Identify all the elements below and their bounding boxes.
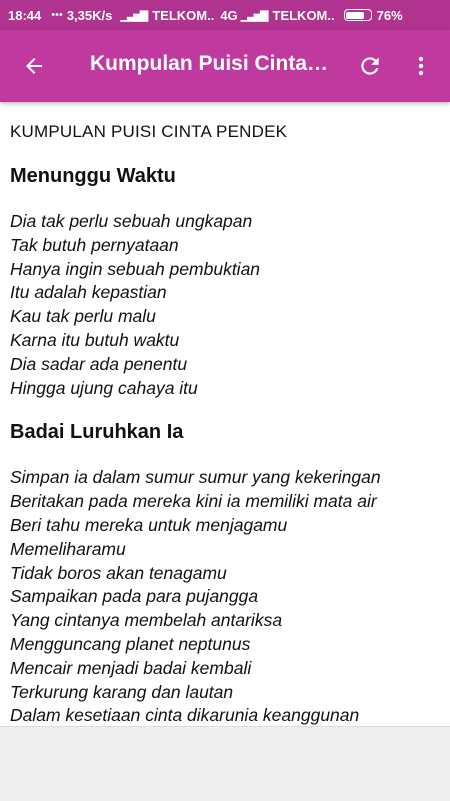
status-sim1-carrier: TELKOM.. <box>152 7 215 23</box>
poem-lines: Dia tak perlu sebuah ungkapan Tak butuh … <box>10 210 440 400</box>
poem-lines: Simpan ia dalam sumur sumur yang kekerin… <box>10 466 440 726</box>
arrow-back-icon <box>26 58 42 74</box>
refresh-button[interactable] <box>354 50 386 82</box>
signal-icon: ▁▃▅▇ <box>240 9 269 22</box>
poem-line: Terkurung karang dan lautan <box>10 681 234 702</box>
poem-line: Memeliharamu <box>10 538 126 559</box>
poem-line: Tak butuh pernyataan <box>10 234 179 255</box>
more-options-button[interactable] <box>407 50 435 82</box>
bottom-panel <box>0 726 450 801</box>
poem-title: Badai Luruhkan Ia <box>10 421 184 444</box>
more-vert-icon <box>418 56 424 76</box>
poem-line: Beri tahu mereka untuk menjagamu <box>10 514 288 535</box>
app-bar: Kumpulan Puisi Cinta Pendek <box>0 30 450 102</box>
poem-line: Hanya ingin sebuah pembuktian <box>10 258 261 279</box>
poem-block: Menunggu Waktu Dia tak perlu sebuah ungk… <box>10 162 440 400</box>
poem-block: Badai Luruhkan Ia Simpan ia dalam sumur … <box>10 418 440 726</box>
signal-off-icon: ▁▃▅▇ <box>120 9 148 22</box>
status-network-type: 4G <box>220 7 238 23</box>
poem-line: Dia tak perlu sebuah ungkapan <box>10 211 253 231</box>
battery-fill <box>346 11 364 19</box>
poem-line: Mengguncang planet neptunus <box>10 633 251 654</box>
back-button[interactable] <box>18 50 50 82</box>
poem-line: Itu adalah kepastian <box>10 282 167 303</box>
poem-line: Sampaikan pada para pujangga <box>10 586 259 607</box>
poem-line: Dia sadar ada penentu <box>10 353 188 374</box>
poem-line: Hingga ujung cahaya itu <box>10 377 198 398</box>
poem-line: Mencair menjadi badai kembali <box>10 657 252 678</box>
status-sim2-carrier: TELKOM.. <box>272 7 335 23</box>
poem-line: Tidak boros akan tenagamu <box>10 562 227 583</box>
poem-line: Karna itu butuh waktu <box>10 329 180 350</box>
poem-line: Yang cintanya membelah antariksa <box>10 610 283 631</box>
battery-icon <box>343 9 372 21</box>
status-time: 18:44 <box>8 7 42 23</box>
poem-line: Beritakan pada mereka kini ia memiliki m… <box>10 491 377 512</box>
status-battery-percent: 76% <box>376 7 403 23</box>
poem-line: Dalam kesetiaan cinta dikarunia keanggun… <box>10 705 360 726</box>
more-notifications-icon: ••• <box>51 9 63 21</box>
poem-title: Menunggu Waktu <box>10 165 176 187</box>
article-heading: KUMPULAN PUISI CINTA PENDEK <box>10 122 288 141</box>
poem-line: Kau tak perlu malu <box>10 306 156 327</box>
status-bar: 18:44 ••• 3,35K/s ▁▃▅▇ TELKOM.. 4G ▁▃▅▇ … <box>0 0 450 30</box>
refresh-icon <box>361 57 379 75</box>
article-content[interactable]: KUMPULAN PUISI CINTA PENDEK Menunggu Wak… <box>0 102 450 726</box>
status-network-speed: 3,35K/s <box>66 7 113 23</box>
page-title: Kumpulan Puisi Cinta Pendek <box>90 52 330 75</box>
poem-line: Simpan ia dalam sumur sumur yang kekerin… <box>10 467 381 488</box>
